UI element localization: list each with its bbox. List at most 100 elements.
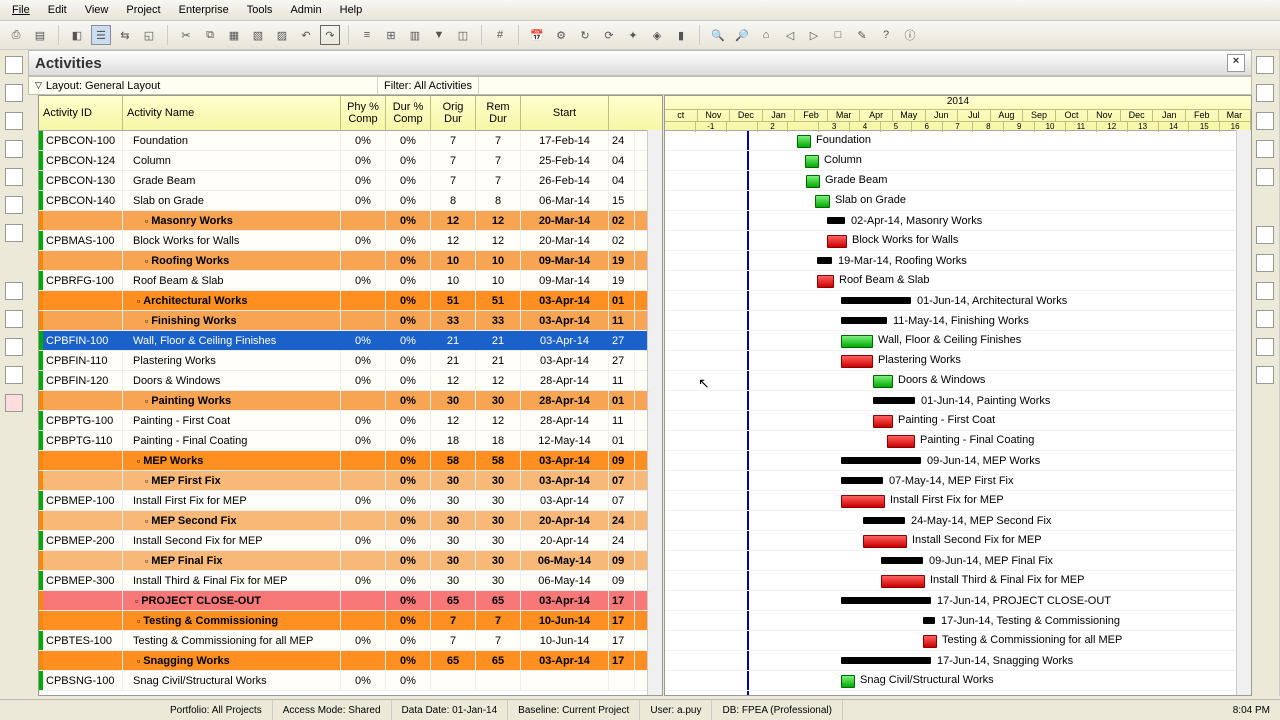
gantt-body[interactable]: Foundation Column Grade Beam Slab on Grade 0… <box>665 131 1251 696</box>
wbs-row[interactable]: ▫PROJECT CLOSE-OUT0%656503-Apr-1417 <box>39 591 662 611</box>
steps-r-icon[interactable] <box>1256 366 1274 384</box>
wbs-row[interactable]: ▫Roofing Works0%101009-Mar-1419 <box>39 251 662 271</box>
activity-row[interactable]: CPBCON-140Slab on Grade0%0%8806-Mar-1415 <box>39 191 662 211</box>
gantt-bar[interactable]: 11-May-14, Finishing Works <box>841 317 887 324</box>
gantt-bar[interactable]: 17-Jun-14, Testing & Commissioning <box>923 617 935 624</box>
recalc-icon[interactable]: ⟳ <box>599 25 619 45</box>
gantt-bar[interactable]: Foundation <box>797 135 811 148</box>
add-icon[interactable]: ▧ <box>248 25 268 45</box>
col-dur[interactable]: Dur % Comp <box>386 96 431 130</box>
wbs-row[interactable]: ▫Masonry Works0%121220-Mar-1402 <box>39 211 662 231</box>
wbs-row[interactable]: ▫MEP Second Fix0%303020-Apr-1424 <box>39 511 662 531</box>
gantt-row[interactable]: 17-Jun-14, Testing & Commissioning <box>665 611 1251 631</box>
wbs-row[interactable]: ▫MEP First Fix0%303003-Apr-1407 <box>39 471 662 491</box>
wbs-row[interactable]: ▫Painting Works0%303028-Apr-1401 <box>39 391 662 411</box>
col-phy[interactable]: Phy % Comp <box>341 96 386 130</box>
gantt-row[interactable]: Block Works for Walls <box>665 231 1251 251</box>
activity-row[interactable]: CPBTES-100Testing & Commissioning for al… <box>39 631 662 651</box>
gantt-scrollbar[interactable] <box>1236 130 1251 695</box>
activity-row[interactable]: CPBSNG-100Snag Civil/Structural Works0%0… <box>39 671 662 691</box>
store-icon[interactable]: ✦ <box>623 25 643 45</box>
gantt-bar[interactable]: 07-May-14, MEP First Fix <box>841 477 883 484</box>
close-icon[interactable]: × <box>1227 54 1245 72</box>
gantt-bar[interactable]: 17-Jun-14, Snagging Works <box>841 657 931 664</box>
gantt-row[interactable]: 11-May-14, Finishing Works <box>665 311 1251 331</box>
gantt-row[interactable]: Slab on Grade <box>665 191 1251 211</box>
menu-view[interactable]: View <box>77 2 117 18</box>
preds-r-icon[interactable] <box>1256 310 1274 328</box>
activity-row[interactable]: CPBFIN-100Wall, Floor & Ceiling Finishes… <box>39 331 662 351</box>
side-d-icon[interactable] <box>5 366 23 384</box>
gantt-row[interactable]: 17-Jun-14, Snagging Works <box>665 651 1251 671</box>
progress-icon[interactable]: ↻ <box>575 25 595 45</box>
gantt-bar[interactable]: 19-Mar-14, Roofing Works <box>817 257 832 264</box>
side-b-icon[interactable] <box>5 310 23 328</box>
layout-bar[interactable]: ▽Layout: General Layout Filter: All Acti… <box>28 76 1252 95</box>
prev-icon[interactable]: ◁ <box>780 25 800 45</box>
layout-label[interactable]: Layout: General Layout <box>46 80 160 92</box>
gantt-row[interactable]: Testing & Commissioning for all MEP <box>665 631 1251 651</box>
side-c-icon[interactable] <box>5 338 23 356</box>
gantt-bar[interactable]: Install Second Fix for MEP <box>863 535 907 548</box>
resources-r-icon[interactable] <box>1256 226 1274 244</box>
gantt-bar[interactable]: Doors & Windows <box>873 375 893 388</box>
redo-icon[interactable]: ↷ <box>320 25 340 45</box>
zoom-out-icon[interactable]: 🔎 <box>732 25 752 45</box>
activity-row[interactable]: CPBMEP-100Install First Fix for MEP0%0%3… <box>39 491 662 511</box>
wbs-icon[interactable] <box>5 140 23 158</box>
gantt-bar[interactable]: Plastering Works <box>841 355 873 368</box>
group-icon[interactable]: ◫ <box>453 25 473 45</box>
menu-admin[interactable]: Admin <box>282 2 329 18</box>
activity-row[interactable]: CPBCON-124Column0%0%7725-Feb-1404 <box>39 151 662 171</box>
filter-label[interactable]: Filter: All Activities <box>378 77 479 94</box>
filter-icon[interactable]: ▼ <box>429 25 449 45</box>
roles-r-icon[interactable] <box>1256 254 1274 272</box>
assignments-icon[interactable] <box>5 196 23 214</box>
gantt-row[interactable]: 07-May-14, MEP First Fix <box>665 471 1251 491</box>
gantt-row[interactable]: Grade Beam <box>665 171 1251 191</box>
timescale-icon[interactable]: ▥ <box>405 25 425 45</box>
gantt-row[interactable]: Install Third & Final Fix for MEP <box>665 571 1251 591</box>
toolbar[interactable]: ⎙ ▤ ◧ ☰ ⇆ ◱ ✂ ⧉ ▦ ▧ ▨ ↶ ↷ ≡ ⊞ ▥ ▼ ◫ # 📅 … <box>0 21 1280 50</box>
gantt-bar[interactable]: Slab on Grade <box>815 195 830 208</box>
gantt-row[interactable]: 01-Jun-14, Architectural Works <box>665 291 1251 311</box>
print-icon[interactable]: ⎙ <box>6 25 26 45</box>
add-activity-icon[interactable] <box>1256 56 1274 74</box>
wbs-row[interactable]: ▫MEP Works0%585803-Apr-1409 <box>39 451 662 471</box>
reports-icon[interactable] <box>5 112 23 130</box>
gantt-row[interactable]: Install Second Fix for MEP <box>665 531 1251 551</box>
wps-icon[interactable] <box>5 224 23 242</box>
gantt-bar[interactable]: Install Third & Final Fix for MEP <box>881 575 925 588</box>
gantt-bar[interactable]: Grade Beam <box>806 175 820 188</box>
grid-body[interactable]: CPBCON-100Foundation0%0%7717-Feb-1424CPB… <box>39 131 662 696</box>
gantt-bar[interactable]: 17-Jun-14, PROJECT CLOSE-OUT <box>841 597 931 604</box>
copy-activity-icon[interactable] <box>1256 140 1274 158</box>
hash-icon[interactable]: # <box>490 25 510 45</box>
menu-project[interactable]: Project <box>118 2 168 18</box>
gantt-bar[interactable]: Block Works for Walls <box>827 235 847 248</box>
gantt-row[interactable]: Wall, Floor & Ceiling Finishes <box>665 331 1251 351</box>
bars-icon[interactable]: ≡ <box>357 25 377 45</box>
gantt-bar[interactable]: Column <box>805 155 819 168</box>
grid-header[interactable]: Activity ID Activity Name Phy % Comp Dur… <box>39 96 662 131</box>
cut-activity-icon[interactable] <box>1256 112 1274 130</box>
wbs-row[interactable]: ▫Testing & Commissioning0%7710-Jun-1417 <box>39 611 662 631</box>
gantt-bar[interactable]: Install First Fix for MEP <box>841 495 885 508</box>
gantt-row[interactable]: Painting - Final Coating <box>665 431 1251 451</box>
del-activity-icon[interactable] <box>1256 84 1274 102</box>
side-a-icon[interactable] <box>5 282 23 300</box>
next-icon[interactable]: ▷ <box>804 25 824 45</box>
claim-icon[interactable]: ◈ <box>647 25 667 45</box>
col-orig[interactable]: Orig Dur <box>431 96 476 130</box>
menu-enterprise[interactable]: Enterprise <box>171 2 237 18</box>
gantt-row[interactable]: Painting - First Coat <box>665 411 1251 431</box>
gantt-timescale[interactable]: 2014 ctNovDecJanFebMarAprMayJunJulAugSep… <box>665 96 1251 131</box>
gantt-bar[interactable]: Wall, Floor & Ceiling Finishes <box>841 335 873 348</box>
resource-icon[interactable]: ◱ <box>139 25 159 45</box>
home-icon[interactable]: ⌂ <box>756 25 776 45</box>
activity-row[interactable]: CPBRFG-100Roof Beam & Slab0%0%101009-Mar… <box>39 271 662 291</box>
wbs-row[interactable]: ▫Snagging Works0%656503-Apr-1417 <box>39 651 662 671</box>
activities-icon[interactable] <box>5 168 23 186</box>
gantt-row[interactable]: Plastering Works <box>665 351 1251 371</box>
codes-r-icon[interactable] <box>1256 282 1274 300</box>
